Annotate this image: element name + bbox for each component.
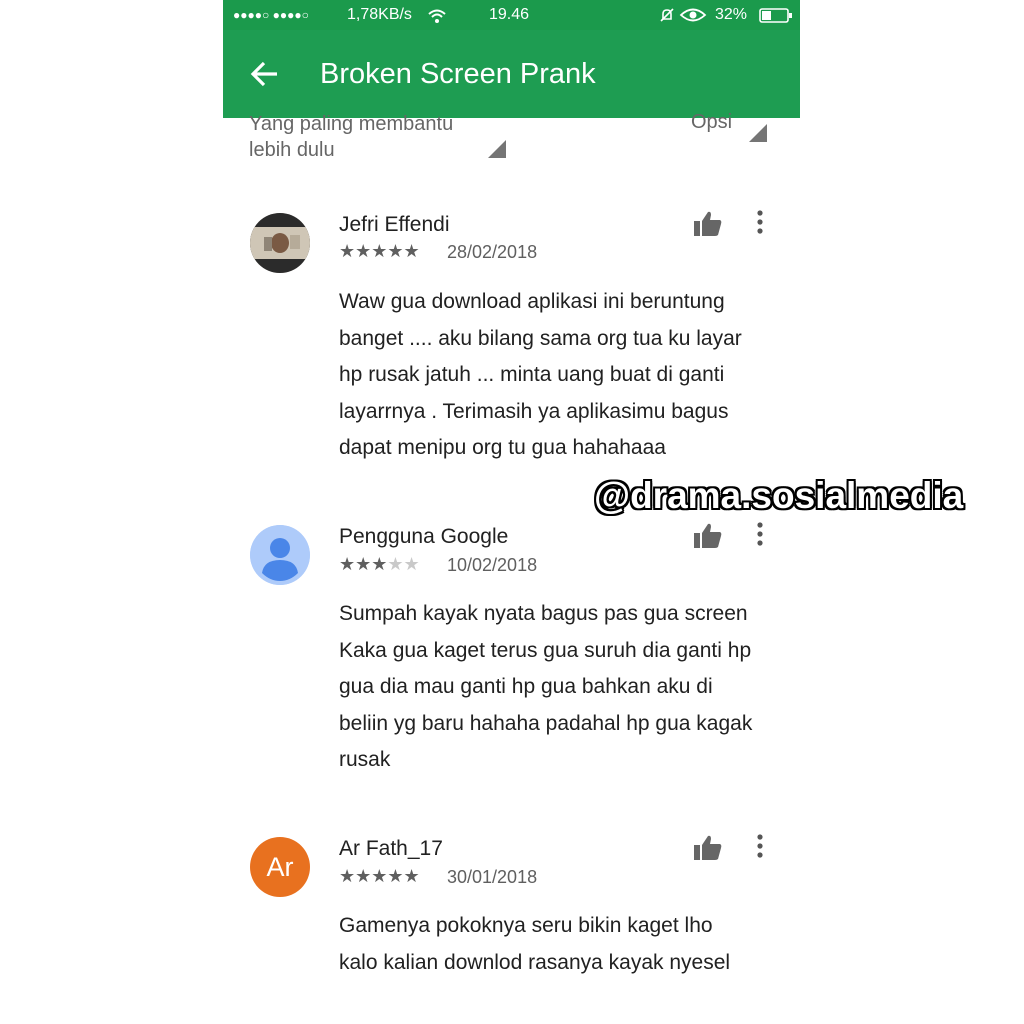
battery-percent: 32% [715,6,748,23]
star-rating: ★★★★★ [339,554,420,575]
dropdown-triangle-icon [488,140,506,158]
user-icon [250,525,310,585]
review-author: Pengguna Google [339,525,509,548]
review-date: 10/02/2018 [447,555,538,575]
review-line: Kaka gua kaget terus gua suruh dia ganti… [339,638,752,662]
review-line: Sumpah kayak nyata bagus pas gua screen [339,602,748,625]
stars-filled: ★★★ [339,554,388,574]
more-vert-icon[interactable] [751,208,769,236]
signal-indicator: ●●●●○ ●●●●○ [233,8,309,22]
review-line: layarrnya . Terimasih ya aplikasimu bagu… [339,399,729,423]
review-line: Waw gua download aplikasi ini beruntung [339,290,725,313]
review-line: dapat menipu org tu gua hahahaaa [339,436,666,459]
arrow-left-icon[interactable] [245,54,285,94]
silent-bell-icon [660,8,674,22]
review-date: 30/01/2018 [447,867,538,887]
avatar: Ar [250,837,310,897]
network-speed: 1,78KB/s [347,6,412,23]
review-line: gua dia mau ganti hp gua bahkan aku di [339,675,713,698]
thumbs-up-icon[interactable] [693,522,723,550]
review-line: beliin yg baru hahaha padahal hp gua kag… [339,711,753,735]
review-line: Gamenya pokoknya seru bikin kaget lho [339,914,713,937]
review-author: Ar Fath_17 [339,837,443,860]
review-line: rusak [339,748,391,771]
clock: 19.46 [489,6,530,23]
star-rating: ★★★★★ [339,866,420,886]
review-text: Waw gua download aplikasi ini beruntung … [339,284,789,467]
more-vert-icon[interactable] [751,832,769,860]
battery-icon [759,8,792,23]
review-line: banget .... aku bilang sama org tua ku l… [339,326,742,350]
wifi-icon [428,9,446,23]
review-date: 28/02/2018 [447,242,538,262]
dropdown-triangle-icon [749,124,767,142]
status-bar: ●●●●○ ●●●●○ 1,78KB/s 19.46 32% [223,0,800,30]
more-vert-icon[interactable] [751,520,769,548]
app-toolbar: Broken Screen Prank [223,30,800,118]
star-rating: ★★★★★ [339,241,420,261]
stars-empty: ★★ [387,554,420,574]
review-text: Gamenya pokoknya seru bikin kaget lho ka… [339,908,789,981]
avatar [250,213,310,273]
options-dropdown[interactable]: Opsi [691,111,732,134]
review-text: Sumpah kayak nyata bagus pas gua screen … [339,596,789,779]
watermark: @drama.sosialmedia [594,475,964,516]
thumbs-up-icon[interactable] [693,834,723,862]
review-line: kalo kalian downlod rasanya kayak nyesel [339,950,731,974]
eye-icon [679,8,707,22]
avatar [250,525,310,585]
thumbs-up-icon[interactable] [693,210,723,238]
page-title: Broken Screen Prank [320,58,596,90]
review-line: hp rusak jatuh ... minta uang buat di ga… [339,363,725,386]
review-author: Jefri Effendi [339,213,450,236]
sort-dropdown[interactable]: Yang paling membantu lebih dulu [249,111,499,163]
